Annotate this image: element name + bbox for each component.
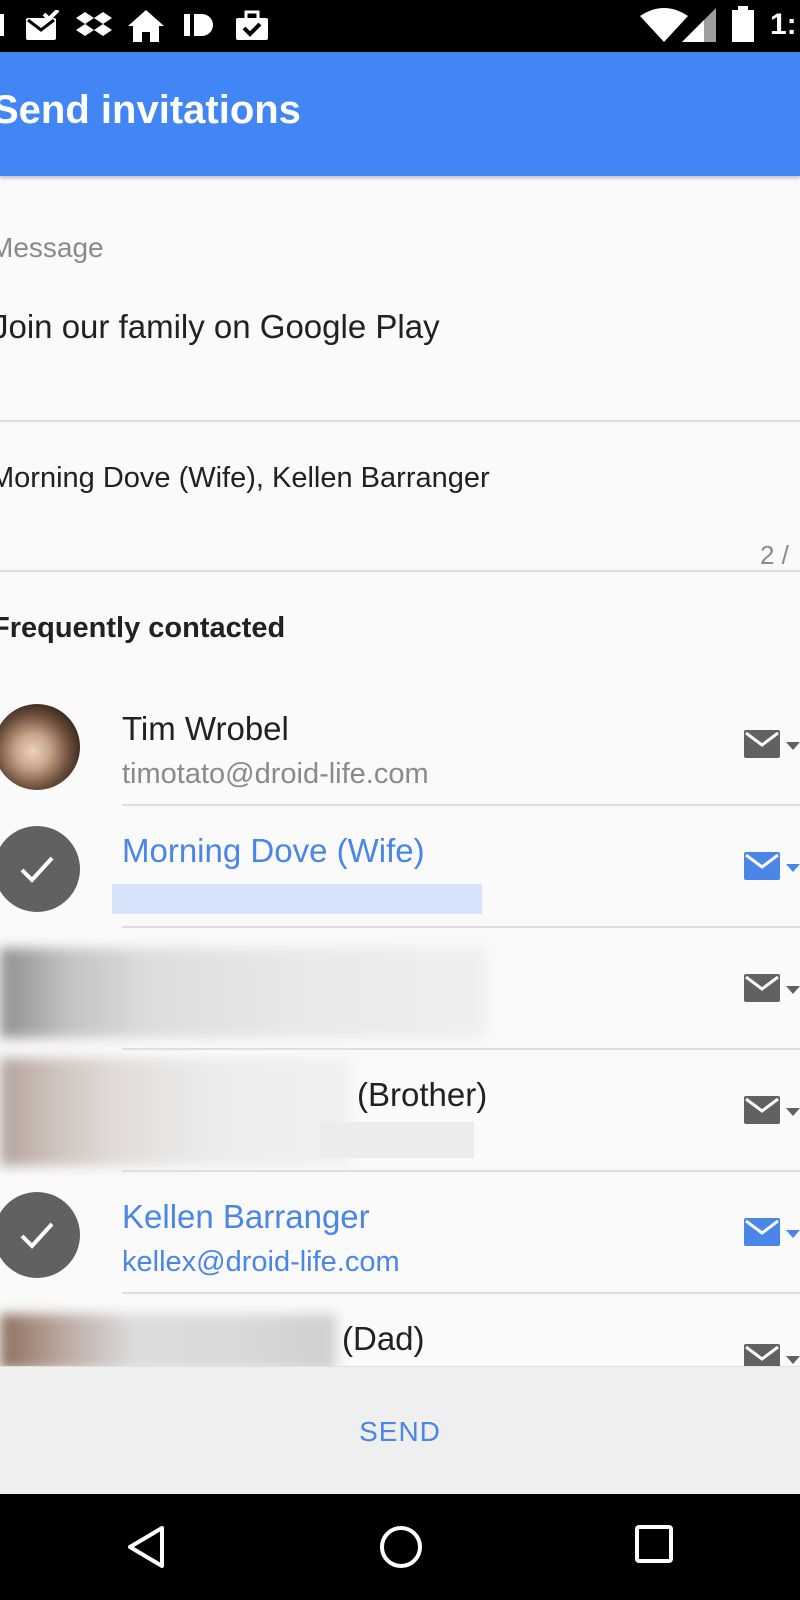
back-icon[interactable] — [126, 1524, 166, 1570]
section-header: Frequently contacted — [0, 612, 286, 644]
page-title: Send invitations — [0, 88, 301, 132]
chevron-down-icon[interactable] — [786, 1356, 800, 1364]
chevron-down-icon[interactable] — [786, 1108, 800, 1116]
notification-icon — [0, 14, 4, 36]
app-bar: Send invitations — [0, 52, 800, 176]
email-check-icon — [26, 10, 60, 40]
contact-row[interactable]: Tim Wrobel timotato@droid-life.com — [0, 684, 800, 806]
send-bar: SEND — [0, 1366, 800, 1495]
contact-name-suffix: (Brother) — [357, 1076, 488, 1113]
nav-bar — [0, 1494, 800, 1600]
message-field[interactable]: Join our family on Google Play — [0, 308, 440, 346]
contact-row[interactable]: (Brother) — [0, 1050, 800, 1172]
battery-icon — [732, 6, 754, 42]
status-bar: 1: — [0, 0, 800, 52]
chevron-down-icon[interactable] — [786, 864, 800, 872]
recents-icon[interactable] — [634, 1524, 674, 1564]
status-time: 1: — [770, 8, 797, 41]
check-icon — [20, 1222, 54, 1249]
contact-row[interactable]: Morning Dove (Wife) — [0, 806, 800, 928]
avatar-checked — [0, 826, 80, 912]
dropbox-icon — [76, 12, 112, 36]
mail-icon[interactable] — [744, 730, 780, 758]
redacted-contact — [0, 1314, 336, 1366]
contact-email: timotato@droid-life.com — [122, 758, 429, 790]
home-icon — [128, 10, 164, 42]
contact-row[interactable]: Kellen Barranger kellex@droid-life.com — [0, 1172, 800, 1294]
message-label: Message — [0, 232, 104, 263]
contact-name: Kellen Barranger — [122, 1198, 370, 1235]
contact-name: Morning Dove (Wife) — [122, 832, 425, 869]
mail-icon[interactable] — [744, 1344, 780, 1366]
recipients-field[interactable]: Morning Dove (Wife), Kellen Barranger — [0, 462, 490, 495]
chevron-down-icon[interactable] — [786, 742, 800, 750]
contact-name-suffix: (Dad) — [342, 1320, 425, 1357]
divider — [0, 420, 800, 422]
redacted-email — [320, 1122, 474, 1158]
mail-icon[interactable] — [744, 852, 780, 880]
redacted-email — [112, 884, 482, 914]
contact-email: kellex@droid-life.com — [122, 1246, 400, 1278]
avatar — [0, 704, 80, 790]
contact-row[interactable]: (Dad) — [0, 1294, 800, 1366]
chevron-down-icon[interactable] — [786, 1230, 800, 1238]
id-icon — [184, 14, 213, 36]
send-button[interactable]: SEND — [300, 1397, 500, 1467]
check-icon — [20, 856, 54, 883]
mail-icon[interactable] — [744, 1218, 780, 1246]
wifi-icon — [640, 8, 688, 42]
divider — [0, 570, 800, 572]
chevron-down-icon[interactable] — [786, 986, 800, 994]
mail-icon[interactable] — [744, 1096, 780, 1124]
recipient-counter: 2 / — [760, 540, 789, 570]
contact-row[interactable] — [0, 928, 800, 1050]
briefcase-check-icon — [236, 10, 268, 40]
home-circle-icon[interactable] — [378, 1524, 424, 1570]
cell-signal-icon — [682, 8, 716, 42]
avatar-checked — [0, 1192, 80, 1278]
contact-name: Tim Wrobel — [122, 710, 289, 747]
redacted-contact — [0, 948, 486, 1038]
redacted-contact — [0, 1058, 350, 1166]
mail-icon[interactable] — [744, 974, 780, 1002]
